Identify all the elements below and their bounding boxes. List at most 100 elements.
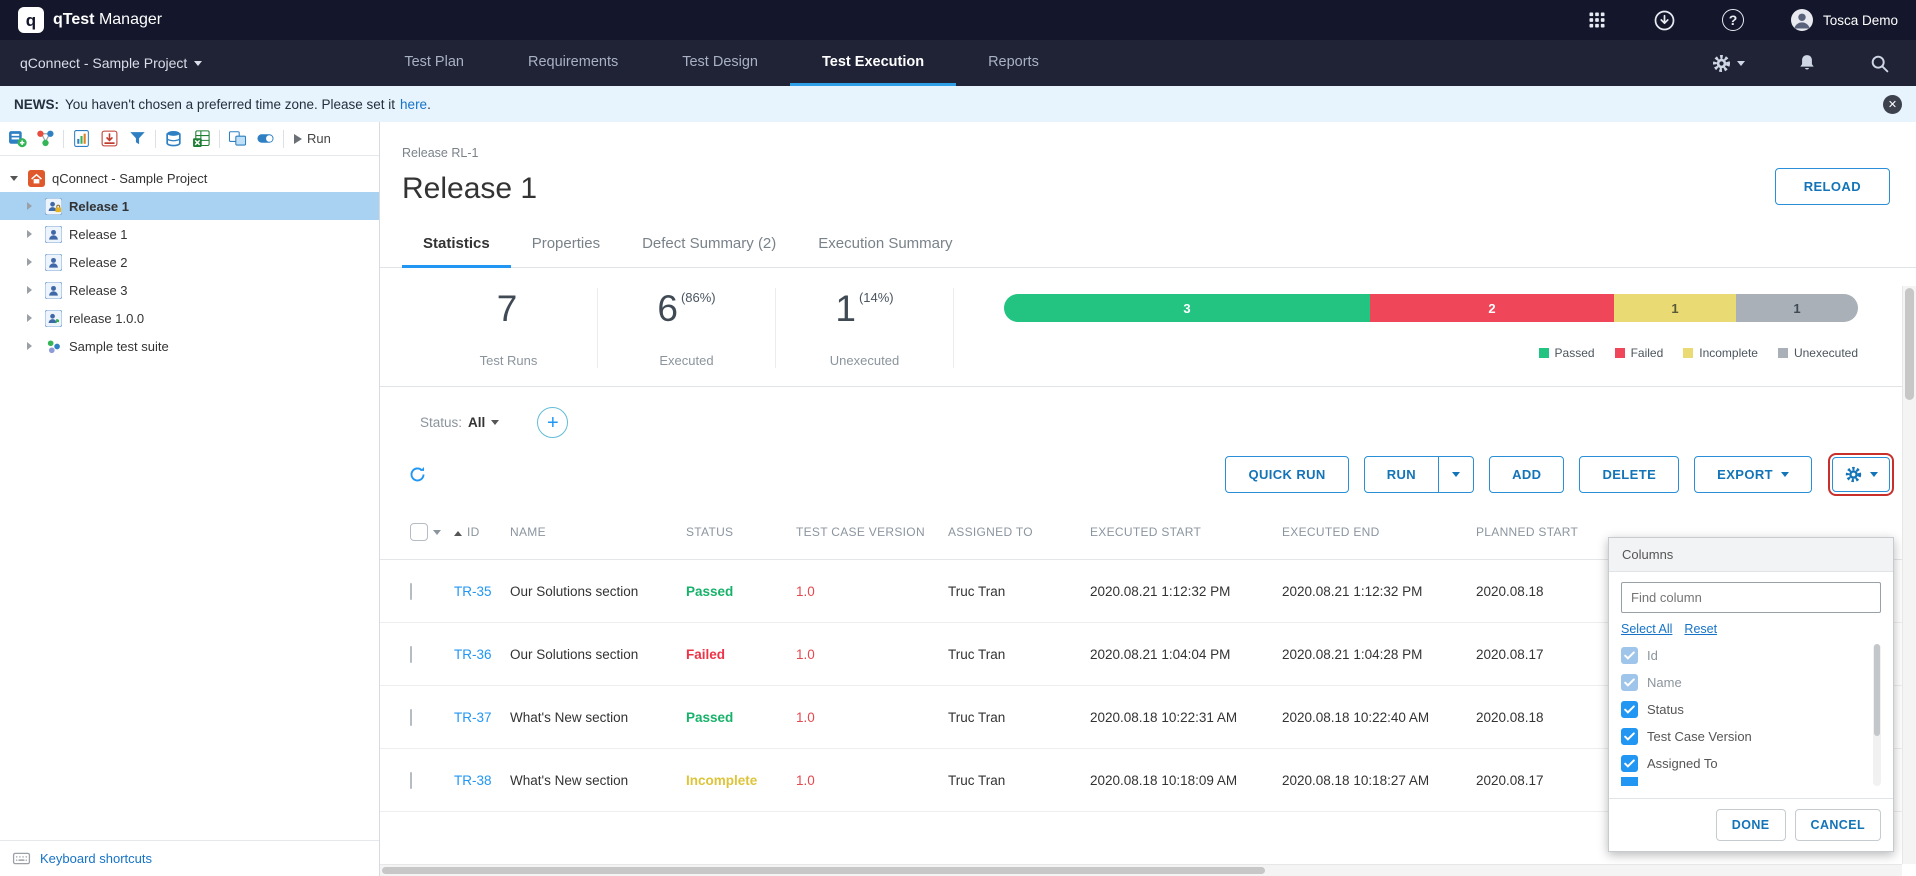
breadcrumb: Release RL-1 (402, 146, 537, 160)
column-header-assigned-to[interactable]: ASSIGNED TO (940, 505, 1082, 560)
row-checkbox[interactable] (410, 646, 412, 663)
column-option-assigned-to[interactable]: Assigned To (1621, 750, 1869, 777)
excel-export-icon[interactable] (191, 128, 212, 149)
expand-caret-icon[interactable] (27, 258, 42, 266)
expand-caret-icon[interactable] (27, 202, 42, 210)
column-option-test-case-version[interactable]: Test Case Version (1621, 723, 1869, 750)
nav-test-plan[interactable]: Test Plan (372, 40, 496, 86)
nav-test-design[interactable]: Test Design (650, 40, 790, 86)
horizontal-scrollbar-thumb[interactable] (382, 867, 1265, 874)
reload-button[interactable]: RELOAD (1775, 168, 1890, 205)
status-filter-dropdown[interactable]: Status: All (420, 415, 499, 430)
chevron-down-icon (1737, 61, 1745, 66)
column-header-name[interactable]: NAME (502, 505, 678, 560)
keyboard-shortcuts-link[interactable]: Keyboard shortcuts (0, 840, 379, 876)
delete-button[interactable]: DELETE (1579, 456, 1679, 493)
refresh-icon[interactable] (408, 465, 427, 484)
expand-caret-icon[interactable] (27, 314, 42, 322)
expand-caret-icon[interactable] (27, 286, 42, 294)
cell-version: 1.0 (796, 773, 815, 788)
popup-scrollbar-thumb[interactable] (1874, 644, 1880, 736)
gear-icon (1844, 465, 1863, 484)
user-menu[interactable]: Tosca Demo (1790, 8, 1898, 32)
test-run-link[interactable]: TR-35 (454, 584, 492, 599)
column-option-id: Id (1621, 642, 1869, 669)
apps-grid-icon[interactable] (1587, 10, 1607, 30)
nav-reports[interactable]: Reports (956, 40, 1071, 86)
release-icon (45, 226, 62, 243)
tree-item-sample-test-suite[interactable]: Sample test suite (0, 332, 379, 360)
column-header-status[interactable]: STATUS (678, 505, 788, 560)
tree-item-release-3[interactable]: Release 3 (0, 276, 379, 304)
import-tests-icon[interactable] (99, 128, 120, 149)
test-run-link[interactable]: TR-36 (454, 647, 492, 662)
checkbox-assigned-to[interactable] (1621, 755, 1638, 772)
relations-icon[interactable] (35, 128, 56, 149)
data-query-icon[interactable] (163, 128, 184, 149)
tree-root-project[interactable]: qConnect - Sample Project (0, 164, 379, 192)
filter-icon[interactable] (127, 128, 148, 149)
reset-link[interactable]: Reset (1684, 622, 1717, 636)
qtest-logo[interactable]: q (18, 7, 44, 33)
column-option-status[interactable]: Status (1621, 696, 1869, 723)
column-header-executed-start[interactable]: EXECUTED START (1082, 505, 1274, 560)
project-selector[interactable]: qConnect - Sample Project (0, 55, 222, 71)
nav-requirements[interactable]: Requirements (496, 40, 650, 86)
tab-statistics[interactable]: Statistics (402, 222, 511, 268)
tree-item-release-1-0-0[interactable]: release 1.0.0 (0, 304, 379, 332)
selection-dropdown-icon[interactable] (433, 530, 441, 535)
checkbox-status[interactable] (1621, 701, 1638, 718)
run-button[interactable]: RUN (1364, 456, 1439, 493)
cancel-button[interactable]: CANCEL (1795, 809, 1881, 841)
tree-item-release-1-selected[interactable]: Release 1 (0, 192, 379, 220)
popup-scrollbar[interactable] (1873, 644, 1881, 786)
tab-defect-summary[interactable]: Defect Summary (2) (621, 222, 797, 268)
row-checkbox[interactable] (410, 709, 412, 726)
column-header-executed-end[interactable]: EXECUTED END (1274, 505, 1468, 560)
report-icon[interactable] (71, 128, 92, 149)
expand-caret-icon[interactable] (27, 342, 42, 350)
cell-name: What's New section (502, 686, 678, 749)
nav-test-execution[interactable]: Test Execution (790, 40, 956, 86)
column-header-test-case-version[interactable]: TEST CASE VERSION (788, 505, 940, 560)
vertical-scrollbar[interactable] (1902, 286, 1916, 864)
quick-run-button[interactable]: QUICK RUN (1225, 456, 1348, 493)
tree-item-release-1[interactable]: Release 1 (0, 220, 379, 248)
release-version-icon (45, 310, 62, 327)
run-tool-button[interactable]: Run (294, 131, 331, 146)
new-item-icon[interactable] (7, 128, 28, 149)
notifications-bell-icon[interactable] (1797, 53, 1817, 73)
vertical-scrollbar-thumb[interactable] (1905, 288, 1914, 400)
search-icon[interactable] (1869, 53, 1890, 74)
done-button[interactable]: DONE (1716, 809, 1786, 841)
close-icon[interactable]: ✕ (1883, 95, 1902, 114)
row-checkbox[interactable] (410, 772, 412, 789)
add-button[interactable]: ADD (1489, 456, 1564, 493)
cell-executed-end: 2020.08.21 1:04:28 PM (1274, 623, 1468, 686)
columns-gear-button[interactable] (1832, 457, 1890, 492)
tab-properties[interactable]: Properties (511, 222, 621, 268)
set-timezone-link[interactable]: here (400, 97, 427, 112)
find-column-input[interactable] (1621, 582, 1881, 613)
help-icon[interactable]: ? (1722, 9, 1744, 31)
test-run-link[interactable]: TR-38 (454, 773, 492, 788)
toggle-view-icon[interactable] (255, 128, 276, 149)
settings-gear-menu[interactable] (1711, 53, 1745, 74)
tree-item-release-2[interactable]: Release 2 (0, 248, 379, 276)
collapse-caret-icon[interactable] (10, 176, 25, 181)
download-icon[interactable] (1653, 9, 1676, 32)
test-run-link[interactable]: TR-37 (454, 710, 492, 725)
add-filter-button[interactable]: + (537, 407, 568, 438)
select-all-checkbox[interactable] (410, 523, 428, 541)
tab-execution-summary[interactable]: Execution Summary (797, 222, 973, 268)
column-header-id[interactable]: ID (446, 505, 502, 560)
cell-name: Our Solutions section (502, 623, 678, 686)
split-view-icon[interactable] (227, 128, 248, 149)
expand-caret-icon[interactable] (27, 230, 42, 238)
horizontal-scrollbar[interactable] (380, 864, 1902, 876)
checkbox-test-case-version[interactable] (1621, 728, 1638, 745)
select-all-link[interactable]: Select All (1621, 622, 1672, 636)
export-button[interactable]: EXPORT (1694, 456, 1812, 493)
row-checkbox[interactable] (410, 583, 412, 600)
run-dropdown-button[interactable] (1439, 456, 1474, 493)
